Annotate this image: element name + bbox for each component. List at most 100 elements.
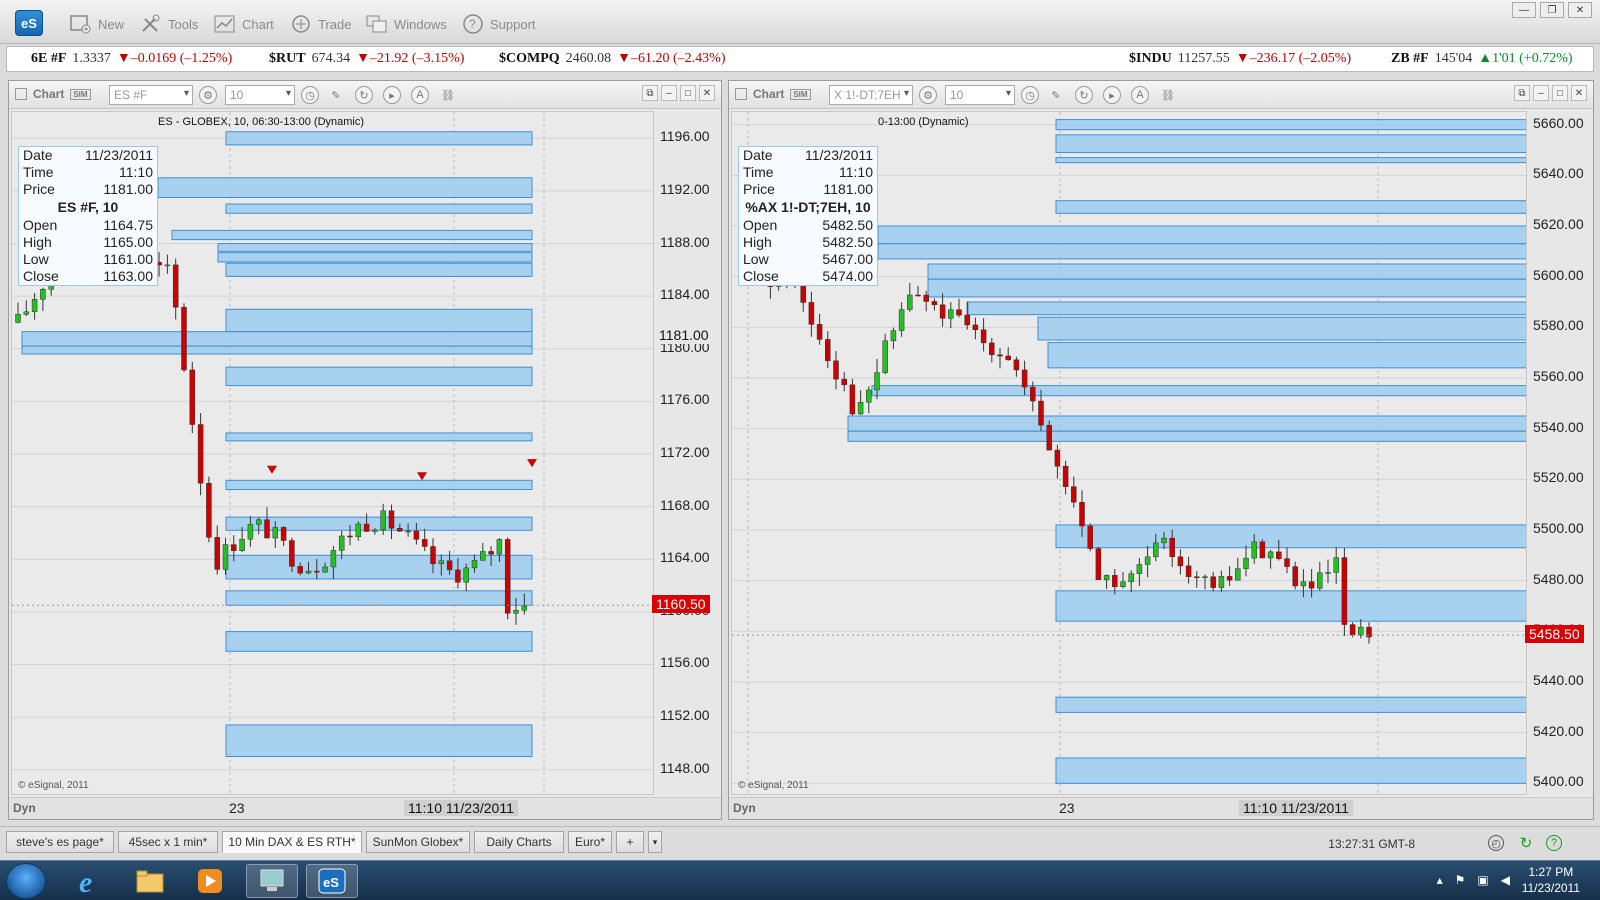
ticker-item[interactable]: 6E #F 1.3337 ▼–0.0169 (–1.25%): [31, 51, 232, 67]
esignal-logo[interactable]: eS: [15, 10, 43, 36]
explorer-folder-icon[interactable]: [124, 864, 176, 898]
candle-body: [1251, 541, 1257, 559]
status-help-icon[interactable]: ?: [1546, 835, 1562, 851]
pencil-icon[interactable]: ✎: [1047, 86, 1065, 104]
windows-button[interactable]: Windows: [366, 12, 447, 36]
supply-demand-zone: [1055, 757, 1526, 784]
candle-body: [874, 372, 880, 391]
minimize-icon[interactable]: —: [1512, 2, 1536, 18]
ticker-item[interactable]: $RUT 674.34 ▼–21.92 (–3.15%): [269, 51, 464, 67]
action-center-flag-icon[interactable]: ⚑: [1455, 873, 1466, 887]
candle-body: [338, 535, 345, 551]
close-icon[interactable]: ✕: [1571, 85, 1587, 101]
media-player-icon[interactable]: [184, 864, 236, 898]
esignal-taskbar-icon[interactable]: eS: [306, 864, 358, 898]
candle-body: [1308, 581, 1315, 589]
tab-steves-es-page[interactable]: steve's es page*: [6, 831, 114, 853]
info-row: High 5482.50: [743, 234, 873, 250]
tab-sunmon-globex[interactable]: SunMon Globex*: [366, 831, 470, 853]
y-tick-label: 1196.00: [660, 128, 710, 145]
time-axis[interactable]: Dyn 23 11:10 11/23/2011: [9, 797, 721, 819]
ie-icon[interactable]: e: [64, 864, 116, 898]
start-button-icon[interactable]: [6, 863, 46, 899]
price-plot[interactable]: 0-13:00 (Dynamic) Date 11/23/2011 Time 11:…: [731, 111, 1527, 795]
price-axis[interactable]: 1196.00 1192.00 1188.00 1184.00 1180.00 1176.…: [652, 111, 720, 795]
play-icon[interactable]: ▸: [383, 86, 401, 104]
crosshair-price-tag: 1181.00: [656, 325, 712, 344]
price-axis[interactable]: 5660.00 5640.00 5620.00 5600.00 5580.00 5560.…: [1525, 111, 1593, 795]
candle-body: [372, 529, 378, 532]
maximize-icon[interactable]: □: [1552, 85, 1568, 101]
info-header: ES #F, 10: [57, 199, 119, 215]
new-button[interactable]: New: [70, 12, 124, 36]
tab-10min-dax-es[interactable]: 10 Min DAX & ES RTH*: [222, 831, 362, 853]
link-icon[interactable]: ⛓: [1159, 86, 1177, 104]
price-plot[interactable]: ES - GLOBEX, 10, 06:30-13:00 (Dynamic) D…: [11, 111, 654, 795]
popout-icon[interactable]: ⧉: [642, 85, 658, 101]
support-button[interactable]: ? Support: [462, 12, 536, 36]
trade-label: Trade: [318, 16, 352, 32]
supply-demand-zone: [1055, 119, 1526, 131]
settings-icon[interactable]: ⚙: [199, 86, 217, 104]
pencil-icon[interactable]: ✎: [327, 86, 345, 104]
taskbar-clock[interactable]: 1:27 PM 11/23/2011: [1522, 864, 1580, 896]
dyn-toggle[interactable]: Dyn: [13, 801, 36, 815]
candle-body: [1079, 501, 1085, 527]
tab-daily-charts[interactable]: Daily Charts: [474, 831, 564, 853]
candle-body: [1153, 542, 1159, 558]
info-row: Low 1161.00: [23, 251, 153, 267]
chart-window-icon: [15, 88, 27, 100]
candle-body: [816, 324, 823, 340]
interval-input[interactable]: 10: [225, 85, 295, 105]
help-icon: ?: [462, 13, 484, 35]
symbol-input[interactable]: X 1!-DT;7EH: [829, 85, 913, 105]
info-row: Date 11/23/2011: [743, 147, 873, 163]
candle-body: [1185, 565, 1192, 577]
tray-expand-icon[interactable]: ▴: [1437, 873, 1443, 887]
candle-body: [1005, 355, 1011, 361]
tab-euro[interactable]: Euro*: [568, 831, 612, 853]
annotate-icon[interactable]: A: [411, 86, 429, 104]
annotate-icon[interactable]: A: [1131, 86, 1149, 104]
volume-icon[interactable]: ◀: [1501, 873, 1510, 887]
dyn-toggle[interactable]: Dyn: [733, 801, 756, 815]
tabs-menu-chevron-icon[interactable]: ▾: [648, 831, 662, 853]
clock-icon[interactable]: ◷: [1021, 86, 1039, 104]
y-tick-label: 5400.00: [1533, 773, 1584, 790]
settings-icon[interactable]: ⚙: [919, 86, 937, 104]
play-icon[interactable]: ▸: [1103, 86, 1121, 104]
clock-icon[interactable]: ◷: [301, 86, 319, 104]
tools-button[interactable]: Tools: [140, 12, 198, 36]
popout-icon[interactable]: ⧉: [1514, 85, 1530, 101]
zoom-icon[interactable]: ↻: [355, 86, 373, 104]
minimize-icon[interactable]: –: [661, 85, 677, 101]
remote-desktop-icon[interactable]: [246, 864, 298, 898]
time-axis[interactable]: Dyn 23 11:10 11/23/2011: [729, 797, 1593, 819]
close-icon[interactable]: ✕: [699, 85, 715, 101]
candle-body: [189, 369, 196, 425]
link-icon[interactable]: ⛓: [439, 86, 457, 104]
candle-body: [1161, 537, 1167, 544]
sell-arrow-icon: [527, 459, 537, 468]
refresh-icon[interactable]: ↻: [1518, 835, 1534, 852]
ticker-item[interactable]: $INDU 11257.55 ▼–236.17 (–2.05%): [1129, 51, 1351, 67]
network-icon[interactable]: ▣: [1477, 873, 1488, 887]
restore-icon[interactable]: ❐: [1540, 2, 1564, 18]
symbol-input[interactable]: ES #F: [109, 85, 193, 105]
candle-body: [455, 569, 461, 583]
ticker-item[interactable]: ZB #F 145'04 ▲1'01 (+0.72%): [1391, 51, 1573, 67]
tab-45sec[interactable]: 45sec x 1 min*: [118, 831, 218, 853]
supply-demand-zone: [225, 308, 533, 333]
ticker-item[interactable]: $COMPQ 2460.08 ▼–61.20 (–2.43%): [499, 51, 726, 67]
add-tab-button[interactable]: +: [616, 831, 644, 853]
close-icon[interactable]: ✕: [1568, 2, 1592, 18]
connection-icon[interactable]: ◴: [1488, 835, 1504, 851]
supply-demand-zone: [927, 263, 1526, 280]
zoom-icon[interactable]: ↻: [1075, 86, 1093, 104]
minimize-icon[interactable]: –: [1533, 85, 1549, 101]
interval-input[interactable]: 10: [945, 85, 1015, 105]
trade-button[interactable]: Trade: [290, 12, 351, 36]
maximize-icon[interactable]: □: [680, 85, 696, 101]
chart-button[interactable]: Chart: [214, 12, 274, 36]
supply-demand-zone: [1055, 200, 1526, 214]
